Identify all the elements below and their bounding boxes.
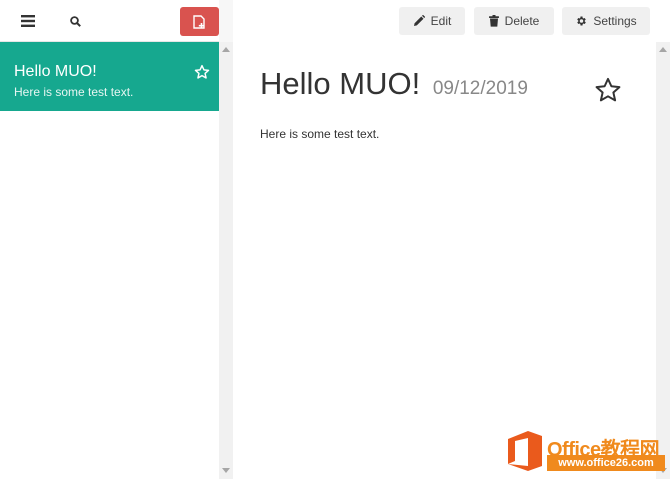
new-note-button[interactable] [180, 7, 219, 36]
scroll-up-arrow-icon[interactable] [222, 47, 230, 52]
note-date: 09/12/2019 [432, 78, 528, 99]
sidebar-scrollbar[interactable] [219, 42, 233, 479]
settings-label: Settings [593, 14, 637, 28]
delete-button[interactable]: Delete [474, 7, 554, 35]
watermark-url: www.office26.com [547, 455, 665, 471]
delete-label: Delete [504, 14, 540, 28]
scroll-down-arrow-icon[interactable] [222, 468, 230, 473]
star-icon[interactable] [194, 64, 210, 80]
note-list-item[interactable]: Hello MUO! Here is some test text. [0, 42, 219, 111]
menu-button[interactable] [14, 9, 42, 33]
search-button[interactable] [62, 9, 88, 33]
sidebar-scrollbar-cap [219, 0, 233, 42]
edit-label: Edit [430, 14, 452, 28]
new-note-icon [193, 14, 205, 29]
scroll-up-arrow-icon[interactable] [659, 47, 667, 52]
trash-icon [488, 15, 499, 27]
office-logo-icon [508, 431, 542, 471]
edit-button[interactable]: Edit [399, 7, 465, 35]
search-icon [69, 15, 81, 27]
sidebar-toolbar [0, 0, 219, 42]
note-body: Here is some test text. [260, 127, 380, 141]
watermark: Office教程网 www.office26.com [506, 430, 666, 475]
note-title: Hello MUO! 09/12/2019 [260, 66, 528, 107]
note-list: Hello MUO! Here is some test text. [0, 42, 219, 111]
sidebar: Hello MUO! Here is some test text. [0, 0, 219, 479]
gear-icon [577, 16, 587, 26]
note-view: Hello MUO! 09/12/2019 Here is some test … [233, 42, 656, 479]
note-title-text: Hello MUO! [260, 66, 421, 101]
pencil-icon [413, 15, 425, 26]
note-item-preview: Here is some test text. [14, 85, 134, 99]
note-toolbar: Edit Delete Settings [233, 0, 670, 42]
note-panel: Edit Delete Settings Hello MUO! 09/12/20… [233, 0, 670, 479]
note-item-title: Hello MUO! [14, 63, 97, 80]
settings-button[interactable]: Settings [562, 7, 650, 35]
hamburger-icon [21, 15, 35, 27]
star-icon[interactable] [594, 76, 622, 104]
note-scrollbar[interactable] [656, 42, 670, 479]
